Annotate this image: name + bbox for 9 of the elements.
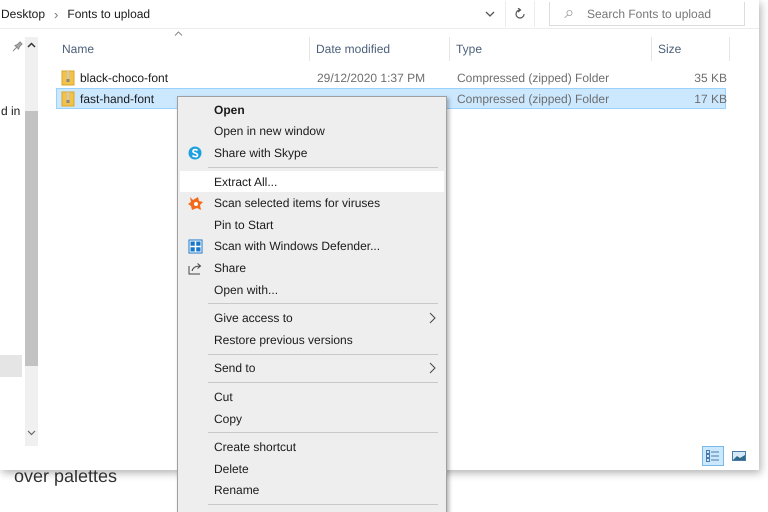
table-cell-text: Compressed (zipped) Folder: [456, 92, 610, 106]
file-name: fast-hand-font: [80, 92, 154, 106]
page-text: over palettes: [14, 466, 118, 487]
table-cell-text: 29/12/2020 1:37 PM: [316, 70, 426, 84]
table-cell-text: 17 KB: [693, 92, 728, 106]
table-cell-text: Compressed (zipped) Folder: [456, 70, 610, 84]
table-cell-text: 35 KB: [693, 70, 728, 84]
file-name: black-choco-font: [80, 70, 168, 84]
breadcrumb-separator: ›: [54, 6, 58, 22]
